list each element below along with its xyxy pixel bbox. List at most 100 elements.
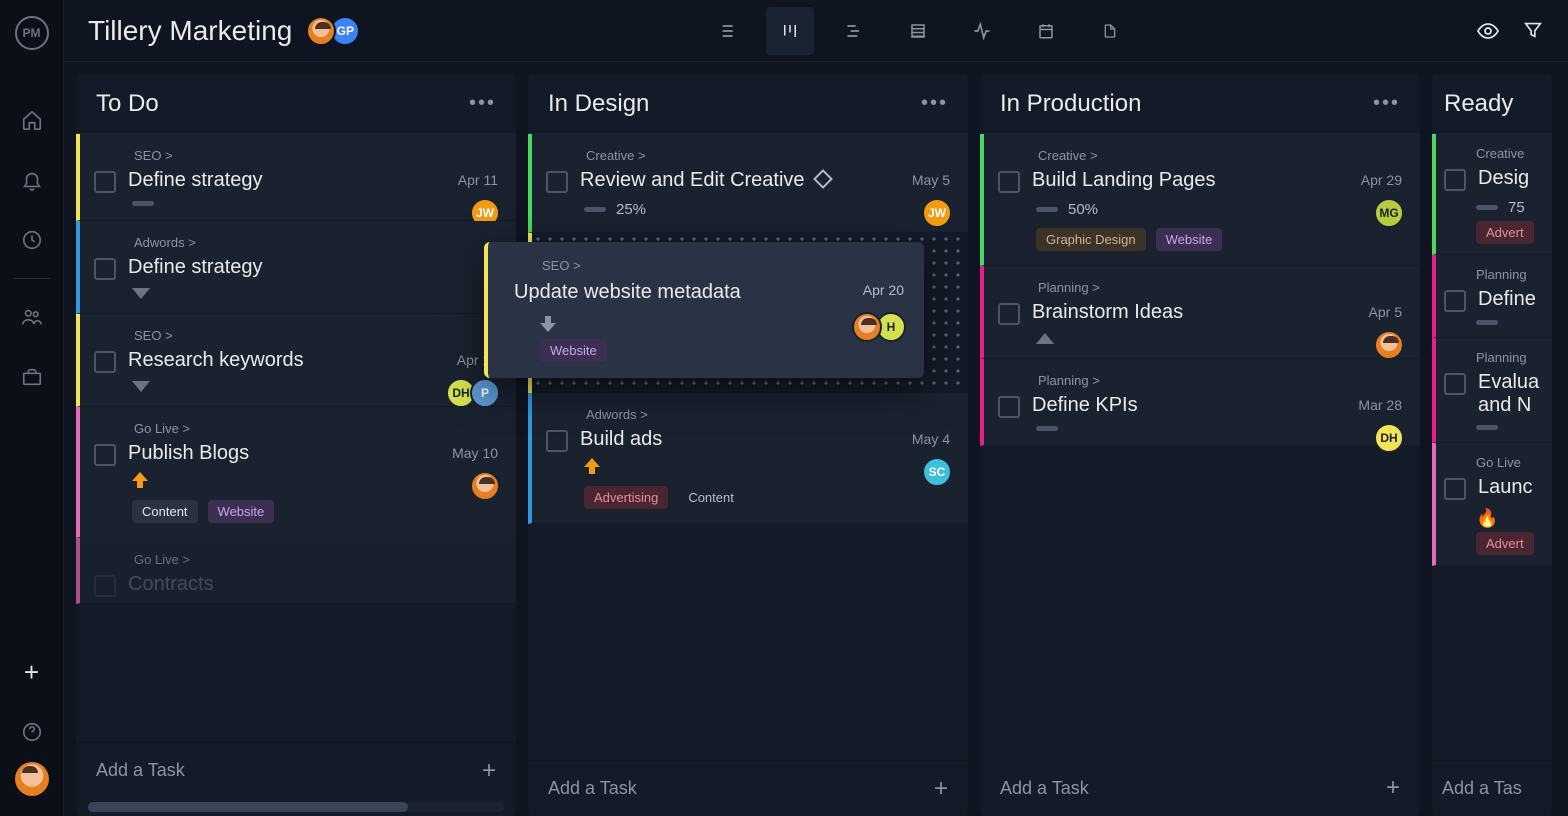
add-task-label: Add a Task [96,760,185,781]
tag[interactable]: Graphic Design [1036,228,1146,251]
app-logo[interactable]: PM [15,16,49,50]
briefcase-icon[interactable] [20,365,44,389]
chevron-down-icon [132,381,150,392]
home-icon[interactable] [20,108,44,132]
task-checkbox[interactable] [998,171,1020,193]
tag[interactable]: Content [132,500,198,523]
task-card[interactable]: Creative > Review and Edit Creative May … [528,134,968,233]
task-card[interactable]: SEO > Research keywords Apr 13 DH P [76,314,516,407]
task-checkbox[interactable] [1444,478,1466,500]
file-view-icon[interactable] [1086,7,1134,55]
rail-divider [14,278,50,279]
task-checkbox[interactable] [1444,290,1466,312]
column-in-production: In Production ••• Creative > Build Landi… [980,74,1420,816]
priority-icon [132,201,154,206]
assignee-avatar[interactable] [852,312,882,342]
column-menu-icon[interactable]: ••• [1373,92,1400,115]
assignee-avatar[interactable] [470,471,500,501]
sheet-view-icon[interactable] [894,7,942,55]
priority-icon [1476,425,1498,430]
progress-text: 75 [1508,199,1525,216]
assignee-avatar[interactable]: JW [922,198,952,228]
task-card[interactable]: SEO > Define strategy Apr 11 JW [76,134,516,221]
assignee-avatar[interactable] [1374,330,1404,360]
column-menu-icon[interactable]: ••• [469,92,496,115]
task-checkbox[interactable] [1444,373,1466,395]
add-icon[interactable]: + [20,660,44,684]
bell-icon[interactable] [20,168,44,192]
tag[interactable]: Advertising [584,486,668,509]
assignee-avatar[interactable]: MG [1374,198,1404,228]
progress-text: 25% [616,201,646,218]
task-card[interactable]: Planning > Brainstorm Ideas Apr 5 [980,266,1420,359]
task-checkbox[interactable] [546,430,568,452]
add-task-button[interactable]: Add a Tas [1432,760,1552,816]
activity-view-icon[interactable] [958,7,1006,55]
task-checkbox[interactable] [998,303,1020,325]
breadcrumb: SEO > [134,328,500,343]
assignee-avatar[interactable]: SC [922,457,952,487]
task-title: Research keywords [128,349,500,372]
task-card[interactable]: Go Live > Publish Blogs May 10 Content W… [76,407,516,538]
task-card[interactable]: Adwords > Define strategy [76,221,516,314]
add-task-button[interactable]: Add a Task + [980,760,1420,816]
plus-icon: + [934,775,948,803]
breadcrumb: Adwords > [134,235,500,250]
add-task-button[interactable]: Add a Task + [528,760,968,816]
gantt-view-icon[interactable] [830,7,878,55]
column-cards: Creative > Review and Edit Creative May … [528,134,968,760]
column-menu-icon[interactable]: ••• [921,92,948,115]
eye-icon[interactable] [1476,19,1500,43]
assignee-avatar[interactable]: DH [1374,423,1404,453]
filter-icon[interactable] [1522,19,1544,43]
add-task-button[interactable]: Add a Task + [76,742,516,798]
task-card[interactable]: Creative Desig 75 Advert [1432,134,1552,255]
tag[interactable]: Advert [1476,221,1534,244]
topbar: Tillery Marketing GP [64,0,1568,62]
add-task-label: Add a Task [1000,778,1089,799]
help-icon[interactable] [20,720,44,744]
assignee-avatar[interactable]: P [470,378,500,408]
task-checkbox[interactable] [94,351,116,373]
task-checkbox[interactable] [546,171,568,193]
task-card[interactable]: Planning Define [1432,255,1552,338]
progress-bar [1476,205,1498,210]
board-view-icon[interactable] [766,7,814,55]
priority-icon [1036,426,1058,431]
task-card[interactable]: Go Live Launc 🔥 Advert [1432,443,1552,566]
member-avatar[interactable] [306,16,336,46]
task-checkbox[interactable] [94,444,116,466]
priority-low-icon [540,314,556,330]
task-card[interactable]: Creative > Build Landing Pages Apr 29 50… [980,134,1420,266]
tag[interactable]: Content [678,486,744,509]
tag[interactable]: Advert [1476,532,1534,555]
task-card[interactable]: Go Live > Contracts [76,538,516,604]
list-view-icon[interactable] [702,7,750,55]
task-title: Define [1478,288,1544,311]
calendar-view-icon[interactable] [1022,7,1070,55]
task-checkbox[interactable] [94,258,116,280]
project-members[interactable]: GP [312,16,360,46]
user-avatar[interactable] [15,762,49,796]
breadcrumb: Adwords > [586,407,952,422]
breadcrumb: Planning [1476,267,1544,282]
task-card[interactable]: Planning > Define KPIs Mar 28 DH [980,359,1420,446]
clock-icon[interactable] [20,228,44,252]
task-checkbox[interactable] [94,171,116,193]
task-title: Evalua and N [1478,371,1544,417]
tag[interactable]: Website [540,339,607,362]
people-icon[interactable] [20,305,44,329]
task-checkbox[interactable] [998,396,1020,418]
task-checkbox[interactable] [94,575,116,597]
task-card[interactable]: Planning Evalua and N [1432,338,1552,443]
task-checkbox[interactable] [1444,169,1466,191]
tag[interactable]: Website [1156,228,1223,251]
task-title: Review and Edit Creative [580,169,952,192]
breadcrumb: Go Live > [134,552,500,567]
dragging-task-card[interactable]: SEO > Update website metadata Apr 20 H W… [484,242,924,378]
task-card[interactable]: Adwords > Build ads May 4 SC Advertising… [528,393,968,524]
due-date: May 4 [912,431,950,447]
horizontal-scrollbar[interactable] [88,802,504,812]
scroll-thumb[interactable] [88,802,408,812]
tag[interactable]: Website [208,500,275,523]
